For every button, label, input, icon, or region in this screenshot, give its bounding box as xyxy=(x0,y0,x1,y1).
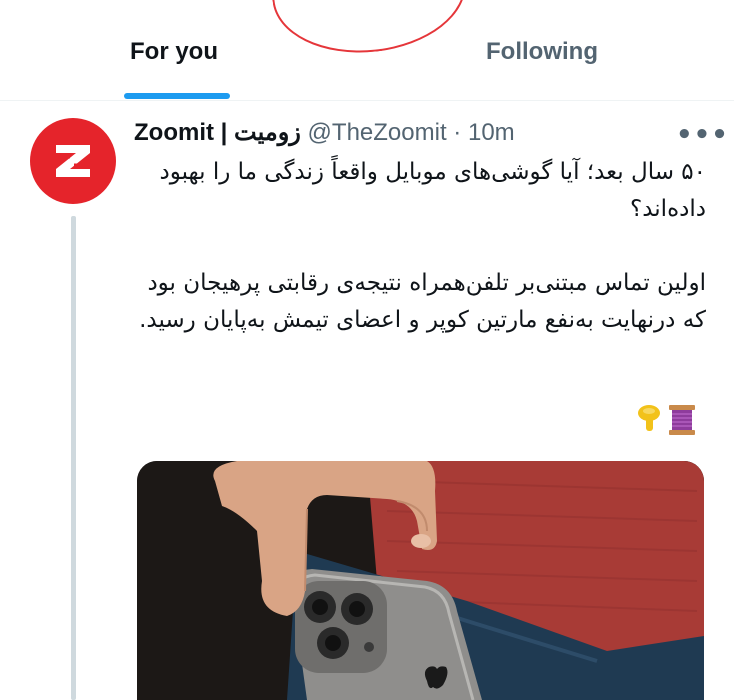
avatar[interactable] xyxy=(30,118,116,204)
tweet-text-paragraph-1: ۵۰ سال بعد؛ آیا گوشی‌های موبایل واقعاً ز… xyxy=(159,159,706,222)
active-tab-indicator xyxy=(124,93,230,99)
display-name[interactable]: Zoomit | زومیت xyxy=(134,119,301,146)
thread-spool-icon xyxy=(666,403,698,437)
phone-in-pocket-image xyxy=(137,461,704,700)
red-annotation-circle xyxy=(266,0,472,62)
separator-dot: · xyxy=(453,119,462,146)
tweet-text: ۵۰ سال بعد؛ آیا گوشی‌های موبایل واقعاً ز… xyxy=(134,154,706,339)
thread-line xyxy=(71,216,76,700)
tweet-media-image[interactable] xyxy=(137,461,704,700)
zoomit-logo-icon xyxy=(56,145,90,177)
tab-for-you[interactable]: For you xyxy=(130,38,218,66)
tab-following[interactable]: Following xyxy=(486,38,598,66)
timeline-tab-bar: For you Following xyxy=(0,0,734,101)
pin-pointing-down-icon xyxy=(634,403,662,437)
more-icon[interactable]: ••• xyxy=(676,120,729,150)
emoji-row xyxy=(634,403,704,437)
user-handle[interactable]: @TheZoomit xyxy=(308,119,447,146)
tweet-header: Zoomit | زومیت @TheZoomit · 10m xyxy=(134,118,515,148)
tweet-text-paragraph-2: اولین تماس مبتنی‌بر تلفن‌همراه نتیجه‌ی ر… xyxy=(139,270,706,333)
tweet-time[interactable]: 10m xyxy=(468,119,515,146)
